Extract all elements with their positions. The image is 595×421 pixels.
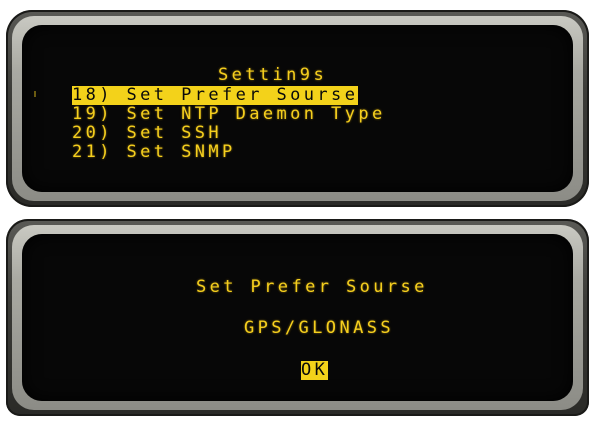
settings-menu: 18) Set Prefer Sourse 19) Set NTP Daemon… xyxy=(72,85,386,162)
lcd-screen: Set Prefer Sourse GPS/GLONASS OK xyxy=(22,234,573,401)
menu-item-set-prefer-source[interactable]: 18) Set Prefer Sourse xyxy=(72,85,386,105)
menu-item-label: 18) Set Prefer Sourse xyxy=(72,85,359,105)
dialog-display-photo: Set Prefer Sourse GPS/GLONASS OK xyxy=(6,219,589,416)
menu-item-set-ssh[interactable]: 20) Set SSH xyxy=(72,123,386,143)
menu-item-label: 21) Set SNMP xyxy=(72,142,236,162)
menu-item-set-ntp-daemon-type[interactable]: 19) Set NTP Daemon Type xyxy=(72,104,386,124)
menu-display-photo: Settin9s 18) Set Prefer Sourse 19) Set N… xyxy=(6,10,589,207)
lcd-screen: Settin9s 18) Set Prefer Sourse 19) Set N… xyxy=(22,25,573,192)
display-bezel: Set Prefer Sourse GPS/GLONASS OK xyxy=(12,225,583,410)
menu-item-label: 20) Set SSH xyxy=(72,123,222,143)
ok-button[interactable]: OK xyxy=(301,361,329,380)
settings-title: Settin9s xyxy=(218,65,328,85)
menu-item-label: 19) Set NTP Daemon Type xyxy=(72,104,386,124)
screen-cursor-mark xyxy=(34,91,36,97)
prefer-source-value[interactable]: GPS/GLONASS xyxy=(244,319,394,338)
menu-item-set-snmp[interactable]: 21) Set SNMP xyxy=(72,142,386,162)
dialog-title: Set Prefer Sourse xyxy=(196,277,428,297)
display-bezel: Settin9s 18) Set Prefer Sourse 19) Set N… xyxy=(12,16,583,201)
